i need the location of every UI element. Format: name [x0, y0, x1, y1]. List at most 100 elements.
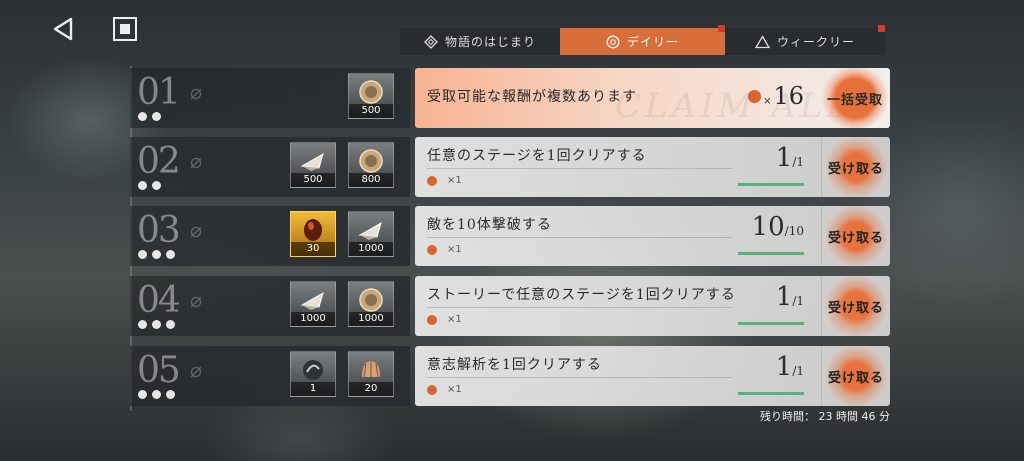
tab-weekly[interactable]: ウィークリー — [725, 25, 885, 55]
mission-row: 03 ⌀ 30 1000 敵を10体撃破する ×1 10/10 受け取る — [130, 206, 890, 266]
gem-icon — [291, 217, 335, 243]
row-number: 05 — [137, 350, 181, 391]
difficulty-dots — [138, 112, 161, 121]
progress-bar — [738, 252, 804, 255]
reward-count: 30 — [291, 242, 335, 256]
mission-row: 04 ⌀ 1000 1000 ストーリーで任意のステージを1回クリアする ×1 … — [130, 276, 890, 336]
reward-orb-icon — [748, 89, 762, 103]
mission-reward: ×1 — [427, 314, 462, 325]
slash-icon: ⌀ — [190, 218, 203, 242]
claim-button[interactable]: 受け取る — [821, 137, 890, 197]
reward-item[interactable]: 30 — [290, 211, 336, 257]
mission-title: 敵を10体撃破する — [427, 217, 552, 233]
reward-item[interactable]: 500 — [290, 142, 336, 188]
mission-reward: ×1 — [427, 244, 462, 255]
claim-button[interactable]: 受け取る — [821, 206, 890, 266]
stop-button[interactable] — [113, 17, 137, 41]
triangle-icon — [754, 34, 770, 49]
crystal-icon — [291, 287, 335, 313]
reward-orb-icon — [427, 175, 437, 186]
mission-reward: ×1 — [427, 384, 462, 395]
claim-all-title: 受取可能な報酬が複数あります — [427, 89, 637, 105]
slash-icon: ⌀ — [190, 358, 203, 382]
notification-badge — [878, 25, 885, 32]
row-left-panel: 05 ⌀ 1 20 — [130, 346, 410, 406]
mission-panel: 任意のステージを1回クリアする ×1 1/1 受け取る — [415, 137, 890, 197]
reward-item[interactable]: 500 — [348, 73, 394, 119]
row-left-panel: 03 ⌀ 30 1000 — [130, 206, 410, 266]
progress-bar — [738, 392, 804, 395]
title-underline — [427, 377, 732, 378]
slash-icon: ⌀ — [190, 288, 203, 312]
reward-count: 1000 — [349, 242, 393, 256]
reward-count: 500 — [349, 104, 393, 118]
progress-bar — [738, 183, 804, 186]
back-triangle-icon — [53, 17, 73, 41]
title-underline — [427, 307, 732, 308]
reward-item[interactable]: 1 — [290, 351, 336, 397]
tab-label: ウィークリー — [776, 35, 855, 49]
mission-progress: 10/10 — [751, 212, 804, 242]
title-underline — [427, 237, 732, 238]
mission-row: 02 ⌀ 500 800 任意のステージを1回クリアする ×1 1/1 受け取る — [130, 137, 890, 197]
back-button[interactable] — [50, 16, 76, 42]
notification-badge — [718, 25, 725, 32]
reward-item[interactable]: 20 — [348, 351, 394, 397]
mission-title: 任意のステージを1回クリアする — [427, 148, 647, 164]
difficulty-dots — [138, 181, 161, 190]
mission-panel: 敵を10体撃破する ×1 10/10 受け取る — [415, 206, 890, 266]
difficulty-dots — [138, 250, 175, 259]
mission-progress: 1/1 — [775, 143, 804, 173]
reward-orb-icon — [427, 384, 437, 395]
tab-daily[interactable]: デイリー — [560, 25, 725, 55]
difficulty-dots — [138, 320, 175, 329]
claim-button[interactable]: 受け取る — [821, 276, 890, 336]
crystal-icon — [291, 148, 335, 174]
tab-bar: 物語のはじまり デイリー ウィークリー — [400, 25, 885, 55]
crystal-icon — [349, 217, 393, 243]
reward-item[interactable]: 800 — [348, 142, 394, 188]
coin-icon — [349, 287, 393, 313]
tab-story-beginning[interactable]: 物語のはじまり — [400, 28, 560, 55]
claim-all-button[interactable]: 一括受取 — [820, 68, 890, 128]
circle-icon — [606, 35, 620, 49]
claim-count: × 16 — [748, 82, 804, 110]
row-number: 03 — [137, 210, 181, 251]
reward-count: 1000 — [291, 312, 335, 326]
shell-icon — [349, 357, 393, 383]
mission-progress: 1/1 — [775, 282, 804, 312]
mission-title: 意志解析を1回クリアする — [427, 357, 602, 373]
tab-label: 物語のはじまり — [444, 35, 536, 49]
reward-item[interactable]: 1000 — [348, 281, 394, 327]
reward-orb-icon — [427, 244, 437, 255]
coin-icon — [349, 148, 393, 174]
claim-button[interactable]: 受け取る — [821, 346, 890, 406]
difficulty-dots — [138, 390, 175, 399]
diamond-icon — [424, 34, 438, 49]
progress-bar — [738, 322, 804, 325]
row-number: 04 — [137, 280, 181, 321]
mission-progress: 1/1 — [775, 352, 804, 382]
reward-item[interactable]: 1000 — [290, 281, 336, 327]
mission-panel: 意志解析を1回クリアする ×1 1/1 受け取る — [415, 346, 890, 406]
slash-icon: ⌀ — [190, 80, 203, 104]
title-underline — [427, 168, 732, 169]
reward-count: 20 — [349, 382, 393, 396]
orb-icon — [291, 357, 335, 383]
mission-panel: ストーリーで任意のステージを1回クリアする ×1 1/1 受け取る — [415, 276, 890, 336]
row-left-panel: 04 ⌀ 1000 1000 — [130, 276, 410, 336]
row-left-panel: 02 ⌀ 500 800 — [130, 137, 410, 197]
reward-count: 500 — [291, 173, 335, 187]
mission-row: 05 ⌀ 1 20 意志解析を1回クリアする ×1 1/1 受け取る — [130, 346, 890, 406]
mission-reward: ×1 — [427, 175, 462, 186]
reward-count: 1000 — [349, 312, 393, 326]
slash-icon: ⌀ — [190, 149, 203, 173]
reward-item[interactable]: 1000 — [348, 211, 394, 257]
claim-all-watermark: CLAIM ALL — [615, 86, 853, 126]
row-left-panel: 01 ⌀ 500 — [130, 68, 410, 128]
mission-row-claim-all: 01 ⌀ 500 CLAIM ALL 受取可能な報酬が複数あります × 16 一… — [130, 68, 890, 128]
coin-icon — [349, 79, 393, 105]
reward-orb-icon — [427, 314, 437, 325]
mission-title: ストーリーで任意のステージを1回クリアする — [427, 287, 736, 303]
reward-count: 1 — [291, 382, 335, 396]
